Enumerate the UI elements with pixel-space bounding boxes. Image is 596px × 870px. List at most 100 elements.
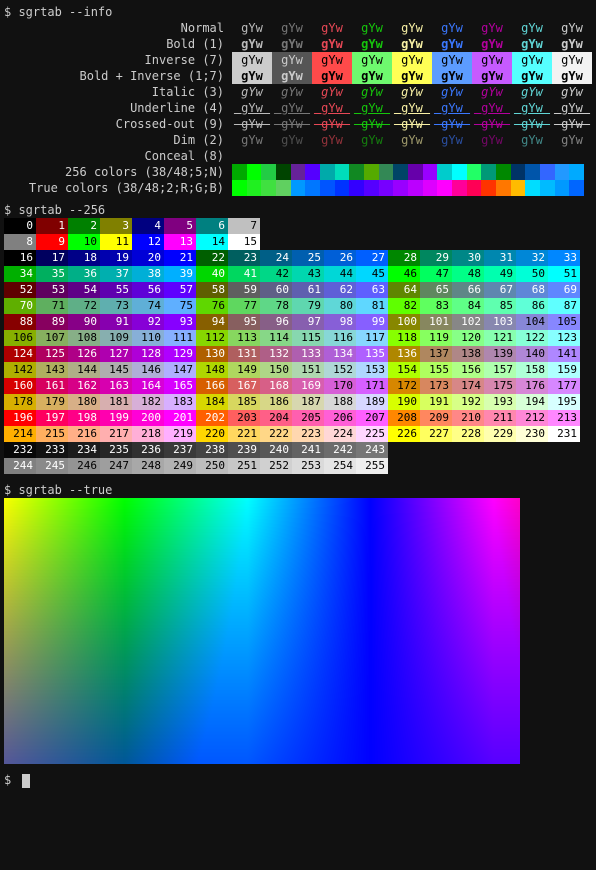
color-cell: 247 bbox=[100, 458, 132, 474]
sgr-sample: gYw bbox=[392, 84, 432, 100]
color-bar bbox=[232, 164, 584, 180]
color-cell: 77 bbox=[228, 298, 260, 314]
info-row-label: Bold + Inverse (1;7) bbox=[0, 68, 232, 84]
color-cell: 202 bbox=[196, 410, 228, 426]
sgr-sample: gYw bbox=[512, 116, 552, 132]
color-cell: 190 bbox=[388, 394, 420, 410]
color-cell: 59 bbox=[228, 282, 260, 298]
color-cell: 223 bbox=[292, 426, 324, 442]
sgr-sample: gYw bbox=[352, 84, 392, 100]
color-cell: 91 bbox=[100, 314, 132, 330]
sgr-sample: gYw bbox=[352, 148, 392, 164]
sgr-sample: gYw bbox=[272, 68, 312, 84]
info-row-label: Conceal (8) bbox=[0, 148, 232, 164]
color-cell: 183 bbox=[164, 394, 196, 410]
color-cell: 171 bbox=[356, 378, 388, 394]
color-cell: 123 bbox=[548, 330, 580, 346]
color-cell: 150 bbox=[260, 362, 292, 378]
color-cell: 26 bbox=[324, 250, 356, 266]
color-cell: 149 bbox=[228, 362, 260, 378]
color-cell: 239 bbox=[228, 442, 260, 458]
color-cell: 220 bbox=[196, 426, 228, 442]
prompt-line-idle[interactable]: $ bbox=[0, 772, 596, 788]
color-cell: 69 bbox=[548, 282, 580, 298]
color-cell: 200 bbox=[132, 410, 164, 426]
color-cell: 100 bbox=[388, 314, 420, 330]
color-cell: 122 bbox=[516, 330, 548, 346]
color-cell: 72 bbox=[68, 298, 100, 314]
color-cell: 179 bbox=[36, 394, 68, 410]
color-cell: 0 bbox=[4, 218, 36, 234]
sgr-sample: gYw bbox=[232, 36, 272, 52]
color-cell: 102 bbox=[452, 314, 484, 330]
sgr-sample: gYw bbox=[312, 116, 352, 132]
color-cell: 196 bbox=[4, 410, 36, 426]
color-cell: 99 bbox=[356, 314, 388, 330]
color-cell: 49 bbox=[484, 266, 516, 282]
sgr-sample: gYw bbox=[392, 20, 432, 36]
sgr-sample: gYw bbox=[272, 148, 312, 164]
color-cell: 153 bbox=[356, 362, 388, 378]
sgr-sample: gYw bbox=[392, 36, 432, 52]
color-cell: 125 bbox=[36, 346, 68, 362]
color-cell: 251 bbox=[228, 458, 260, 474]
sgr-sample: gYw bbox=[512, 36, 552, 52]
sgr-sample: gYw bbox=[512, 20, 552, 36]
color-cell: 16 bbox=[4, 250, 36, 266]
color-cell: 47 bbox=[420, 266, 452, 282]
sgr-sample: gYw bbox=[312, 20, 352, 36]
prompt-symbol: $ bbox=[4, 5, 18, 19]
sgr-sample: gYw bbox=[232, 52, 272, 68]
color-cell: 204 bbox=[260, 410, 292, 426]
color-cell: 187 bbox=[292, 394, 324, 410]
color-cell: 70 bbox=[4, 298, 36, 314]
color-cell: 134 bbox=[324, 346, 356, 362]
sgr-sample: gYw bbox=[432, 148, 472, 164]
info-row-label: True colors (38/48;2;R;G;B) bbox=[0, 180, 232, 196]
sgr-sample: gYw bbox=[472, 36, 512, 52]
color-cell: 48 bbox=[452, 266, 484, 282]
color-cell: 178 bbox=[4, 394, 36, 410]
color-cell: 18 bbox=[68, 250, 100, 266]
color-cell: 238 bbox=[196, 442, 228, 458]
color-cell: 114 bbox=[260, 330, 292, 346]
sgr-sample: gYw bbox=[432, 132, 472, 148]
color-cell: 96 bbox=[260, 314, 292, 330]
color-cell: 160 bbox=[4, 378, 36, 394]
color-cell: 86 bbox=[516, 298, 548, 314]
color-cell: 43 bbox=[292, 266, 324, 282]
color-cell: 155 bbox=[420, 362, 452, 378]
sgr-sample: gYw bbox=[472, 84, 512, 100]
sgr-sample: gYw bbox=[392, 116, 432, 132]
sgr-sample: gYw bbox=[272, 116, 312, 132]
sgr-sample: gYw bbox=[312, 84, 352, 100]
sgr-sample: gYw bbox=[432, 100, 472, 116]
sgr-sample: gYw bbox=[512, 52, 552, 68]
color-cell: 21 bbox=[164, 250, 196, 266]
color-cell: 6 bbox=[196, 218, 228, 234]
color-cell: 28 bbox=[388, 250, 420, 266]
color-cell: 177 bbox=[548, 378, 580, 394]
color-cell: 188 bbox=[324, 394, 356, 410]
color-cell: 112 bbox=[196, 330, 228, 346]
color-cell: 227 bbox=[420, 426, 452, 442]
command-true: sgrtab --true bbox=[18, 483, 112, 497]
color-cell: 93 bbox=[164, 314, 196, 330]
color-cell: 199 bbox=[100, 410, 132, 426]
color-cell: 90 bbox=[68, 314, 100, 330]
sgr-sample: gYw bbox=[472, 20, 512, 36]
color-cell: 143 bbox=[36, 362, 68, 378]
color-cell: 45 bbox=[356, 266, 388, 282]
sgr-sample: gYw bbox=[432, 36, 472, 52]
color-cell: 169 bbox=[292, 378, 324, 394]
color-cell: 144 bbox=[68, 362, 100, 378]
color-cell: 172 bbox=[388, 378, 420, 394]
color-cell: 107 bbox=[36, 330, 68, 346]
sgr-sample: gYw bbox=[232, 100, 272, 116]
color-cell: 140 bbox=[516, 346, 548, 362]
color-cell: 215 bbox=[36, 426, 68, 442]
sgr-sample: gYw bbox=[272, 132, 312, 148]
truecolor-gradient bbox=[4, 498, 520, 764]
color-cell: 71 bbox=[36, 298, 68, 314]
color-cell: 92 bbox=[132, 314, 164, 330]
